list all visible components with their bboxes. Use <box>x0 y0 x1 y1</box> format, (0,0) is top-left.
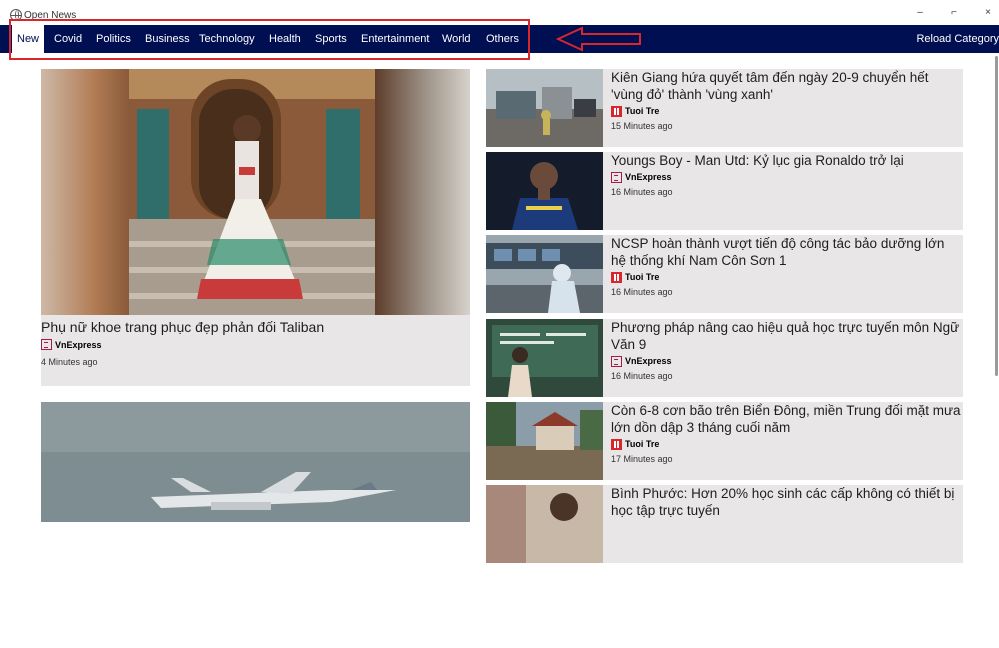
article-source: Tuoi Tre <box>611 270 961 284</box>
news-item[interactable]: Phương pháp nâng cao hiệu quả học trực t… <box>486 319 963 397</box>
title-bar: Open News – ⌐ × <box>0 0 999 25</box>
tab-sports[interactable]: Sports <box>315 25 347 53</box>
news-item[interactable]: Kiên Giang hứa quyết tâm đến ngày 20-9 c… <box>486 69 963 147</box>
tab-covid[interactable]: Covid <box>54 25 82 53</box>
tab-entertainment[interactable]: Entertainment <box>361 25 429 53</box>
article-title: Bình Phước: Hơn 20% học sinh các cấp khô… <box>611 486 955 518</box>
featured-title: Phụ nữ khoe trang phục đẹp phản đối Tali… <box>41 319 325 335</box>
article-time: 16 Minutes ago <box>611 371 673 381</box>
article-thumbnail <box>486 235 603 313</box>
article-title: Youngs Boy - Man Utd: Kỷ lục gia Ronaldo… <box>611 153 904 168</box>
tab-new[interactable]: New <box>12 25 45 53</box>
article-title: Phương pháp nâng cao hiệu quả học trực t… <box>611 320 960 352</box>
article-source: Tuoi Tre <box>611 104 961 118</box>
source-name: VnExpress <box>625 172 672 182</box>
featured-article[interactable]: Phụ nữ khoe trang phục đẹp phản đối Tali… <box>41 69 470 386</box>
article-source: VnExpress <box>611 354 961 368</box>
article-thumbnail <box>486 402 603 480</box>
featured-image <box>41 402 470 648</box>
tab-business[interactable]: Business <box>145 25 190 53</box>
minimize-button[interactable]: – <box>912 6 928 20</box>
article-thumbnail <box>486 152 603 230</box>
tab-technology[interactable]: Technology <box>199 25 255 53</box>
tab-others[interactable]: Others <box>486 25 519 53</box>
tuoitre-logo-icon <box>611 438 622 450</box>
source-name: Tuoi Tre <box>625 106 660 116</box>
vnexpress-logo-icon <box>611 355 622 367</box>
article-source: VnExpress <box>611 170 961 184</box>
vnexpress-logo-icon <box>41 339 52 350</box>
featured-image <box>41 69 470 315</box>
tab-world[interactable]: World <box>442 25 471 53</box>
source-name: Tuoi Tre <box>625 272 660 282</box>
article-title: Còn 6-8 cơn bão trên Biển Đông, miền Tru… <box>611 403 961 435</box>
featured-source: VnExpress <box>41 339 102 351</box>
maximize-button[interactable]: ⌐ <box>946 6 962 20</box>
category-nav: New Covid Politics Business Technology H… <box>0 25 999 53</box>
vnexpress-logo-icon <box>611 171 622 183</box>
news-item[interactable]: NCSP hoàn thành vượt tiến độ công tác bả… <box>486 235 963 313</box>
article-thumbnail <box>486 319 603 397</box>
article-title: Kiên Giang hứa quyết tâm đến ngày 20-9 c… <box>611 70 929 102</box>
source-name: VnExpress <box>625 356 672 366</box>
article-time: 17 Minutes ago <box>611 454 673 464</box>
article-time: 15 Minutes ago <box>611 121 673 131</box>
window-title: Open News <box>24 10 77 21</box>
close-button[interactable]: × <box>980 6 996 20</box>
news-item[interactable]: Còn 6-8 cơn bão trên Biển Đông, miền Tru… <box>486 402 963 480</box>
article-title: NCSP hoàn thành vượt tiến độ công tác bả… <box>611 236 945 268</box>
tuoitre-logo-icon <box>611 105 622 117</box>
tuoitre-logo-icon <box>611 271 622 283</box>
source-name: Tuoi Tre <box>625 439 660 449</box>
source-name: VnExpress <box>55 339 102 350</box>
tab-health[interactable]: Health <box>269 25 301 53</box>
tab-politics[interactable]: Politics <box>96 25 131 53</box>
globe-icon <box>10 9 22 21</box>
news-item[interactable]: Bình Phước: Hơn 20% học sinh các cấp khô… <box>486 485 963 563</box>
featured-time: 4 Minutes ago <box>41 357 98 367</box>
article-source: Tuoi Tre <box>611 437 961 451</box>
news-item[interactable]: Youngs Boy - Man Utd: Kỷ lục gia Ronaldo… <box>486 152 963 230</box>
scrollbar-thumb[interactable] <box>995 56 998 376</box>
article-thumbnail <box>486 69 603 147</box>
featured-article[interactable] <box>41 402 470 522</box>
article-time: 16 Minutes ago <box>611 287 673 297</box>
article-time: 16 Minutes ago <box>611 187 673 197</box>
article-thumbnail <box>486 485 603 563</box>
reload-category-button[interactable]: Reload Category <box>916 25 999 53</box>
